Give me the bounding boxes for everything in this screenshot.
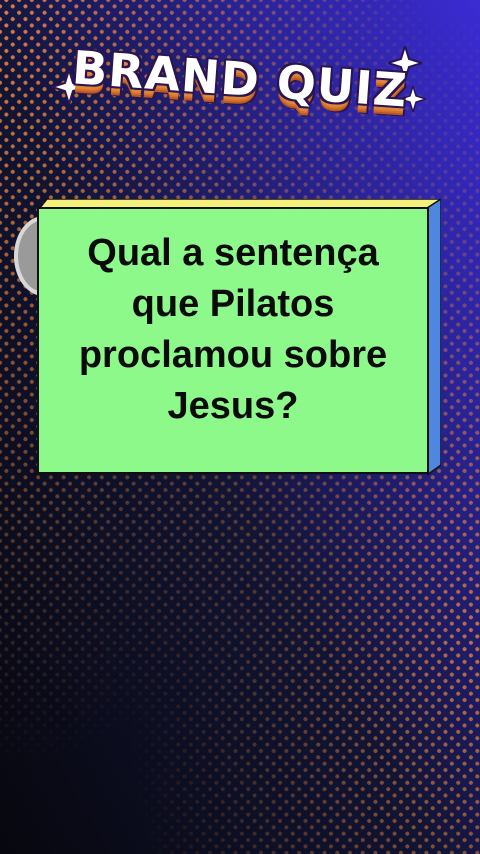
card-side-edge — [427, 199, 441, 476]
question-text: Qual a sentença que Pilatos proclamou so… — [78, 231, 388, 427]
title-text: BRAND QUIZ — [70, 40, 410, 118]
brand-quiz-title: BRAND QUIZ — [40, 40, 440, 130]
question-card: Qual a sentença que Pilatos proclamou so… — [37, 207, 429, 474]
